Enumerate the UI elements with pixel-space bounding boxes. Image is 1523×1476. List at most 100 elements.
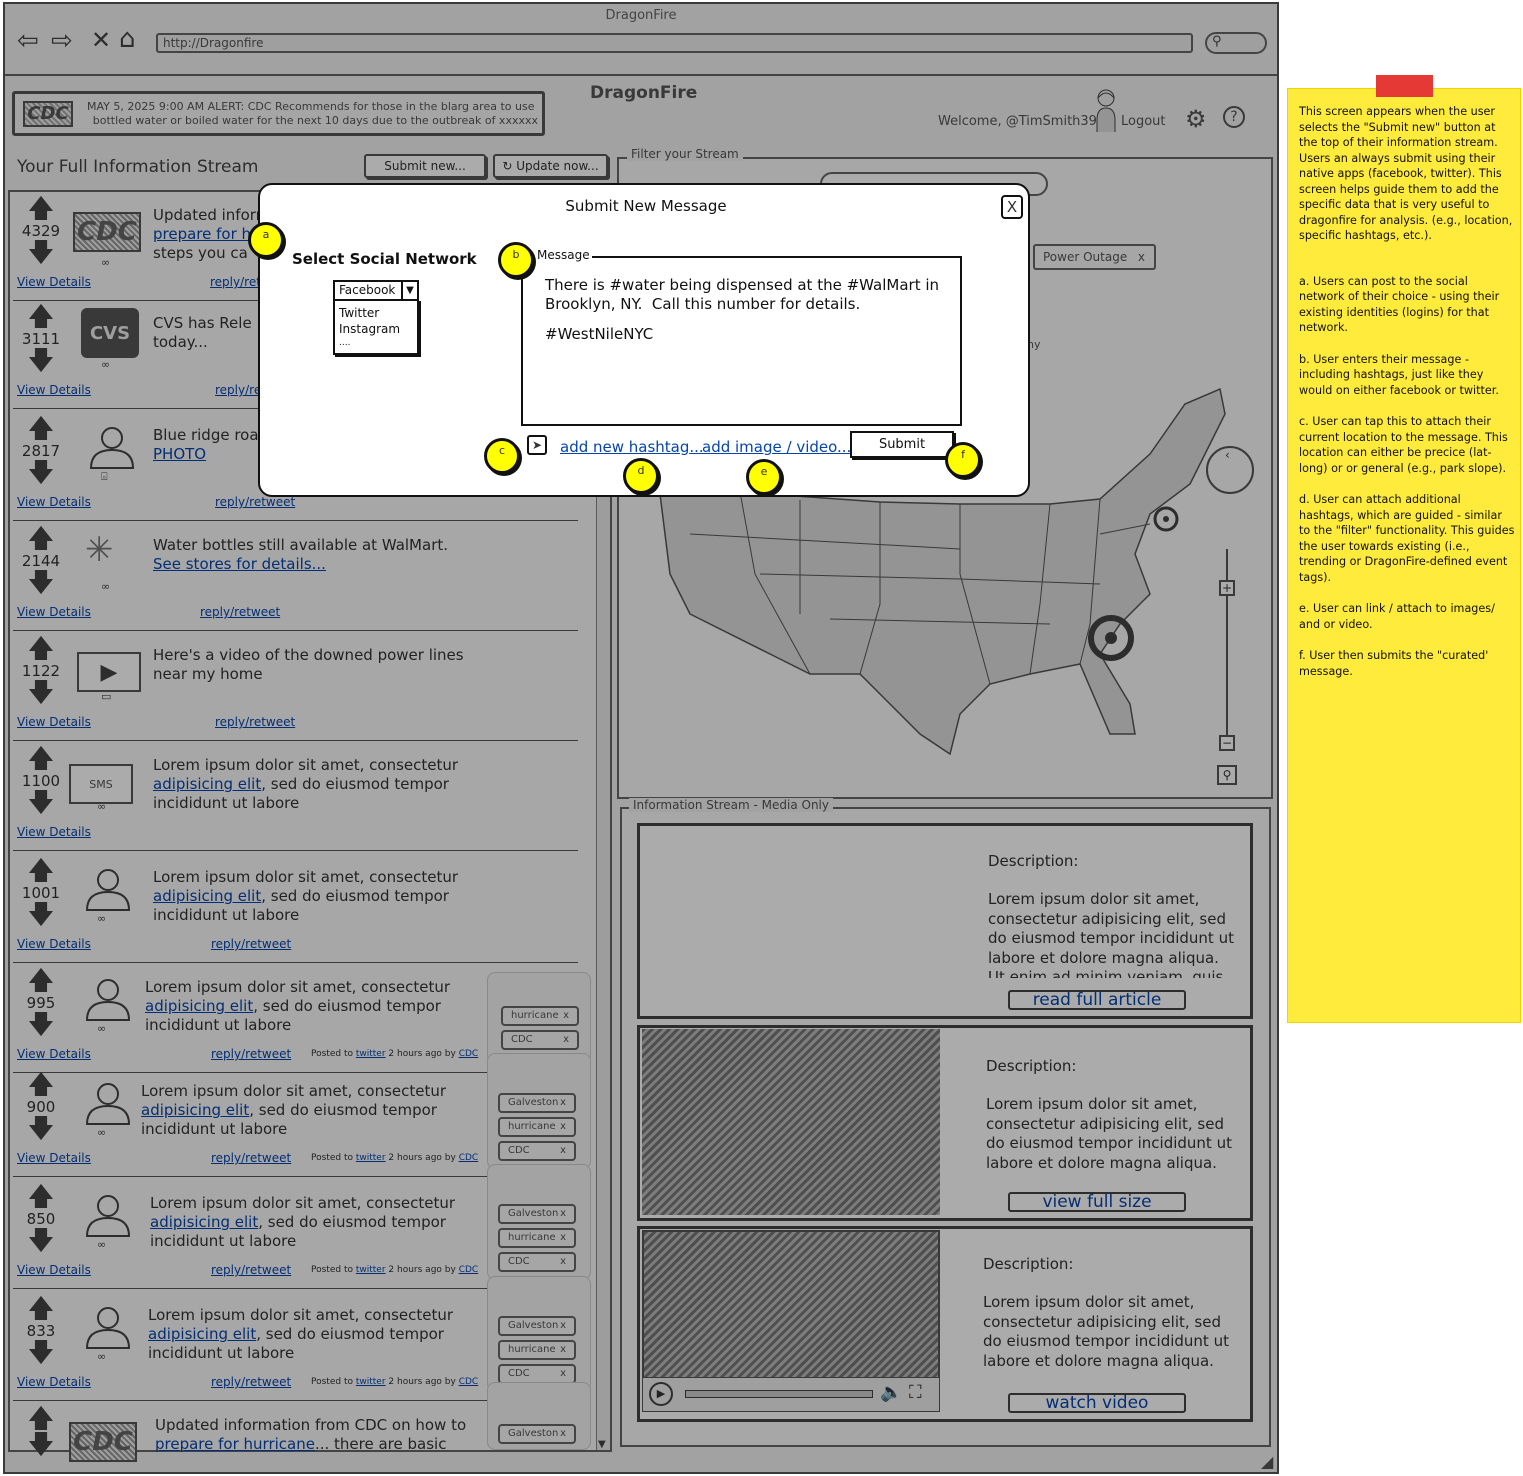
close-icon[interactable]: ✕: [91, 26, 111, 54]
posted-by-link[interactable]: CDC: [459, 1153, 479, 1163]
reply-retweet-link[interactable]: reply/retweet: [211, 1375, 291, 1389]
view-details-link[interactable]: View Details: [17, 715, 91, 729]
zoom-out-icon[interactable]: −: [1219, 735, 1235, 751]
view-details-link[interactable]: View Details: [17, 825, 91, 839]
reply-retweet-link[interactable]: reply/retweet: [211, 1047, 291, 1061]
hashtag-chip[interactable]: Galveston x: [498, 1316, 576, 1336]
resize-grip-icon[interactable]: ◢: [1261, 1452, 1273, 1471]
upvote-icon[interactable]: 🡅: [17, 858, 65, 884]
hashtag-chip[interactable]: hurricane x: [498, 1117, 576, 1137]
hashtag-chip[interactable]: Galveston x: [498, 1093, 576, 1113]
video-progress-bar[interactable]: [685, 1390, 873, 1398]
downvote-icon[interactable]: 🡇: [17, 1116, 65, 1142]
message-box[interactable]: Message There is #water being dispensed …: [521, 248, 962, 426]
network-dropdown[interactable]: Facebook ▼: [333, 280, 419, 301]
flood-photo[interactable]: [642, 1029, 940, 1215]
hashtag-chip[interactable]: CDC x: [498, 1141, 576, 1161]
map-search-icon[interactable]: ⚲: [1217, 765, 1237, 785]
url-bar[interactable]: http://Dragonfire: [156, 33, 1193, 53]
browser-search-field[interactable]: ⚲: [1205, 32, 1267, 54]
fullscreen-icon[interactable]: ⛶: [909, 1382, 922, 1403]
chevron-down-icon[interactable]: ▼: [401, 280, 417, 301]
alert-banner[interactable]: CDC MAY 5, 2025 9:00 AM ALERT: CDC Recom…: [12, 91, 545, 136]
posted-by-link[interactable]: CDC: [459, 1265, 479, 1275]
upvote-icon[interactable]: 🡅: [17, 416, 65, 442]
hashtag-chip[interactable]: hurricane x: [501, 1006, 579, 1026]
posted-by-link[interactable]: CDC: [459, 1377, 479, 1387]
modal-close-button[interactable]: X: [1001, 195, 1023, 219]
filter-tag-power-outage[interactable]: Power Outage x: [1033, 244, 1156, 270]
upvote-icon[interactable]: 🡅: [17, 526, 65, 552]
item-link[interactable]: prepare for h: [153, 225, 251, 243]
downvote-icon[interactable]: 🡇: [17, 902, 65, 928]
reply-retweet-link[interactable]: reply/retweet: [215, 715, 295, 729]
remove-tag-icon[interactable]: x: [560, 1206, 566, 1222]
downvote-icon[interactable]: 🡇: [17, 570, 65, 596]
remove-tag-icon[interactable]: x: [560, 1254, 566, 1270]
view-details-link[interactable]: View Details: [17, 275, 91, 289]
volume-icon[interactable]: 🔈: [880, 1382, 902, 1403]
remove-tag-icon[interactable]: x: [560, 1143, 566, 1159]
option-instagram[interactable]: Instagram: [339, 321, 413, 337]
view-details-link[interactable]: View Details: [17, 495, 91, 509]
downvote-icon[interactable]: 🡇: [17, 680, 65, 706]
map-zoom-slider[interactable]: [1226, 549, 1228, 749]
map-pan-control[interactable]: ‹: [1206, 446, 1254, 494]
hashtag-chip[interactable]: Galveston x: [498, 1424, 576, 1444]
upvote-icon[interactable]: 🡅: [17, 636, 65, 662]
item-link[interactable]: adipisicing elit: [153, 887, 261, 905]
item-link[interactable]: PHOTO: [153, 445, 206, 463]
upvote-icon[interactable]: 🡅: [17, 1296, 65, 1322]
downvote-icon[interactable]: 🡇: [17, 460, 65, 486]
upvote-icon[interactable]: 🡅: [17, 196, 65, 222]
upvote-icon[interactable]: 🡅: [17, 1072, 65, 1098]
hashtag-chip[interactable]: Galveston x: [498, 1204, 576, 1224]
item-link[interactable]: See stores for details...: [153, 555, 326, 573]
view-details-link[interactable]: View Details: [17, 937, 91, 951]
hashtag-chip[interactable]: CDC x: [501, 1030, 579, 1050]
remove-tag-icon[interactable]: x: [563, 1032, 569, 1048]
remove-tag-icon[interactable]: x: [1138, 246, 1145, 268]
posted-twitter-link[interactable]: twitter: [356, 1265, 386, 1275]
upvote-icon[interactable]: 🡅: [17, 1184, 65, 1210]
upvote-icon[interactable]: 🡅: [17, 1406, 65, 1432]
update-now-button[interactable]: ↻ Update now...: [493, 154, 608, 178]
view-details-link[interactable]: View Details: [17, 1047, 91, 1061]
view-details-link[interactable]: View Details: [17, 605, 91, 619]
add-hashtag-link[interactable]: add new hashtag...: [560, 438, 704, 456]
remove-tag-icon[interactable]: x: [560, 1230, 566, 1246]
downvote-icon[interactable]: 🡇: [17, 790, 65, 816]
item-link[interactable]: adipisicing elit: [145, 997, 253, 1015]
hashtag-chip[interactable]: CDC x: [498, 1364, 576, 1384]
reply-retweet-link[interactable]: reply/retweet: [211, 937, 291, 951]
downvote-icon[interactable]: 🡇: [17, 240, 65, 266]
item-link[interactable]: adipisicing elit: [153, 775, 261, 793]
reply-retweet-link[interactable]: reply/retweet: [211, 1151, 291, 1165]
view-details-link[interactable]: View Details: [17, 1263, 91, 1277]
add-image-video-link[interactable]: add image / video...: [702, 438, 851, 456]
help-icon[interactable]: ?: [1223, 106, 1245, 128]
forward-icon[interactable]: ⇨: [51, 26, 73, 56]
home-icon[interactable]: ⌂: [119, 24, 136, 54]
posted-twitter-link[interactable]: twitter: [356, 1153, 386, 1163]
hashtag-chip[interactable]: hurricane x: [498, 1228, 576, 1248]
reply-retweet-link[interactable]: reply/retweet: [215, 495, 295, 509]
posted-twitter-link[interactable]: twitter: [356, 1049, 386, 1059]
remove-tag-icon[interactable]: x: [560, 1318, 566, 1334]
view-details-link[interactable]: View Details: [17, 1151, 91, 1165]
view-details-link[interactable]: View Details: [17, 1375, 91, 1389]
scroll-down-icon[interactable]: ▼: [598, 1439, 606, 1450]
option-twitter[interactable]: Twitter: [339, 305, 413, 321]
location-target-small[interactable]: [1153, 506, 1179, 532]
item-link[interactable]: prepare for hurricane: [155, 1435, 315, 1453]
remove-tag-icon[interactable]: x: [560, 1342, 566, 1358]
settings-gear-icon[interactable]: ⚙: [1185, 105, 1207, 133]
item-link[interactable]: adipisicing elit: [150, 1213, 258, 1231]
watch-video-button[interactable]: watch video: [1008, 1393, 1186, 1413]
submit-new-button[interactable]: Submit new...: [364, 154, 486, 178]
zoom-in-icon[interactable]: +: [1219, 580, 1235, 596]
location-arrow-icon[interactable]: ➤: [527, 435, 547, 455]
downvote-icon[interactable]: 🡇: [17, 1340, 65, 1366]
play-icon[interactable]: ▶: [649, 1382, 673, 1406]
reply-retweet-link[interactable]: reply/retweet: [211, 1263, 291, 1277]
